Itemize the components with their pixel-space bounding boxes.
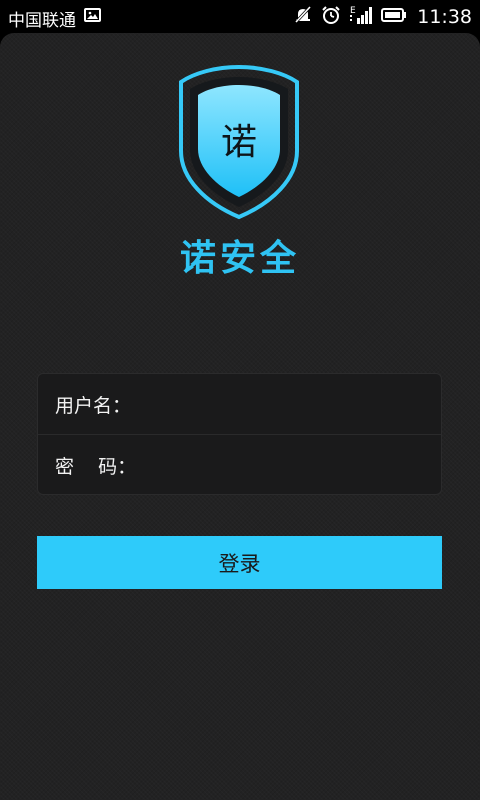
gallery-icon (84, 8, 101, 22)
logo-character: 诺 (220, 122, 257, 163)
password-input[interactable] (136, 444, 431, 487)
username-row: 用户名： (38, 374, 441, 435)
status-bar: 中国联通 E 11:38 (0, 0, 480, 33)
login-form: 用户名： 密 码： (37, 373, 442, 495)
username-label: 用户名： (55, 394, 132, 417)
login-panel: 诺 诺安全 用户名： 密 码： 登录 (0, 33, 480, 800)
username-input[interactable] (131, 383, 431, 425)
signal-icon: E (350, 5, 373, 30)
alarm-icon (321, 5, 341, 30)
password-row: 密 码： (38, 435, 441, 496)
carrier-name: 中国联通 (8, 11, 76, 31)
mute-icon (294, 5, 312, 29)
network-type-label: E (350, 6, 356, 16)
password-label: 密 码： (55, 456, 137, 478)
app-title: 诺安全 (179, 238, 300, 279)
login-button[interactable]: 登录 (37, 536, 442, 589)
shield-logo-icon: 诺 (176, 63, 302, 221)
screen: 中国联通 E 11:38 诺 诺安全 用户名： 密 码： 登录 (0, 0, 480, 800)
status-icons: E 11:38 (294, 5, 472, 29)
clock-time: 11:38 (417, 6, 472, 28)
battery-icon (381, 7, 407, 28)
